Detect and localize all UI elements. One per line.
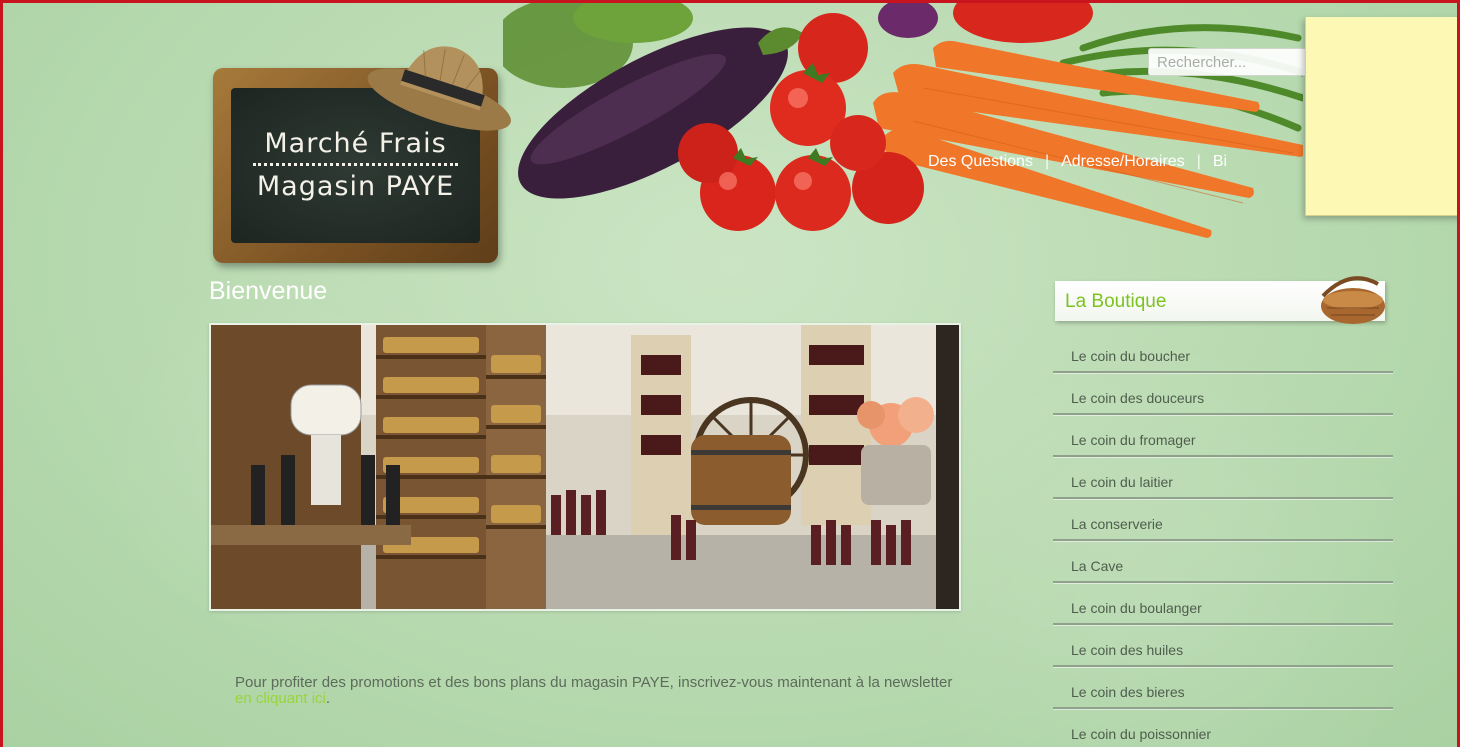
boutique-title: La Boutique bbox=[1065, 291, 1167, 312]
header: Marché Frais Magasin PAYE Rechercher... … bbox=[3, 3, 1457, 263]
nav-separator: | bbox=[1196, 153, 1201, 170]
newsletter-promo-text: Pour profiter des promotions et des bons… bbox=[235, 675, 955, 707]
category-link-bieres[interactable]: Le coin des bieres bbox=[1053, 669, 1393, 715]
list-item: La conserverie bbox=[1053, 501, 1393, 541]
list-item: Le coin du fromager bbox=[1053, 417, 1393, 457]
category-link-douceurs[interactable]: Le coin des douceurs bbox=[1053, 375, 1393, 421]
newsletter-signup-link[interactable]: en cliquant ici bbox=[235, 690, 326, 707]
list-item: Le coin du boulanger bbox=[1053, 585, 1393, 625]
shop-photo-illustration bbox=[211, 325, 959, 609]
vegetables-banner bbox=[503, 3, 1303, 238]
category-link-poissonnier[interactable]: Le coin du poissonnier bbox=[1053, 711, 1393, 747]
category-link-boulanger[interactable]: Le coin du boulanger bbox=[1053, 585, 1393, 631]
straw-hat-icon bbox=[367, 46, 511, 131]
promo-end: . bbox=[325, 690, 331, 707]
shop-interior-photo bbox=[209, 323, 961, 611]
category-link-cave[interactable]: La Cave bbox=[1053, 543, 1393, 589]
list-item: Le coin des huiles bbox=[1053, 627, 1393, 667]
category-link-huiles[interactable]: Le coin des huiles bbox=[1053, 627, 1393, 673]
nav-separator: | bbox=[1044, 153, 1050, 170]
basket-icon bbox=[1321, 276, 1385, 324]
list-item: Le coin du laitier bbox=[1053, 459, 1393, 499]
page-frame: Marché Frais Magasin PAYE Rechercher... … bbox=[0, 0, 1460, 747]
boutique-category-list: Le coin du boucher Le coin des douceurs … bbox=[1053, 333, 1393, 747]
top-navigation: Des Questions | Adresse/Horaires | Bi bbox=[928, 153, 1300, 171]
category-link-conserverie[interactable]: La conserverie bbox=[1053, 501, 1393, 547]
list-item: Le coin du boucher bbox=[1053, 333, 1393, 373]
list-item: La Cave bbox=[1053, 543, 1393, 583]
logo-line-2: Magasin PAYE bbox=[256, 171, 455, 202]
list-item: Le coin du poissonnier bbox=[1053, 711, 1393, 747]
promo-text: Pour profiter des promotions et des bons… bbox=[235, 674, 953, 691]
list-item: Le coin des douceurs bbox=[1053, 375, 1393, 415]
logo-dotted-divider bbox=[253, 163, 458, 166]
category-link-laitier[interactable]: Le coin du laitier bbox=[1053, 459, 1393, 505]
category-link-boucher[interactable]: Le coin du boucher bbox=[1053, 333, 1393, 379]
nav-link-truncated[interactable]: Bi bbox=[1213, 153, 1227, 170]
page-title: Bienvenue bbox=[209, 277, 328, 305]
nav-link-adresse-horaires[interactable]: Adresse/Horaires bbox=[1061, 153, 1185, 170]
nav-link-questions[interactable]: Des Questions bbox=[928, 153, 1033, 170]
list-item: Le coin des bieres bbox=[1053, 669, 1393, 709]
yellow-note-panel bbox=[1305, 17, 1457, 216]
category-link-fromager[interactable]: Le coin du fromager bbox=[1053, 417, 1393, 463]
search-input[interactable] bbox=[1148, 48, 1318, 76]
